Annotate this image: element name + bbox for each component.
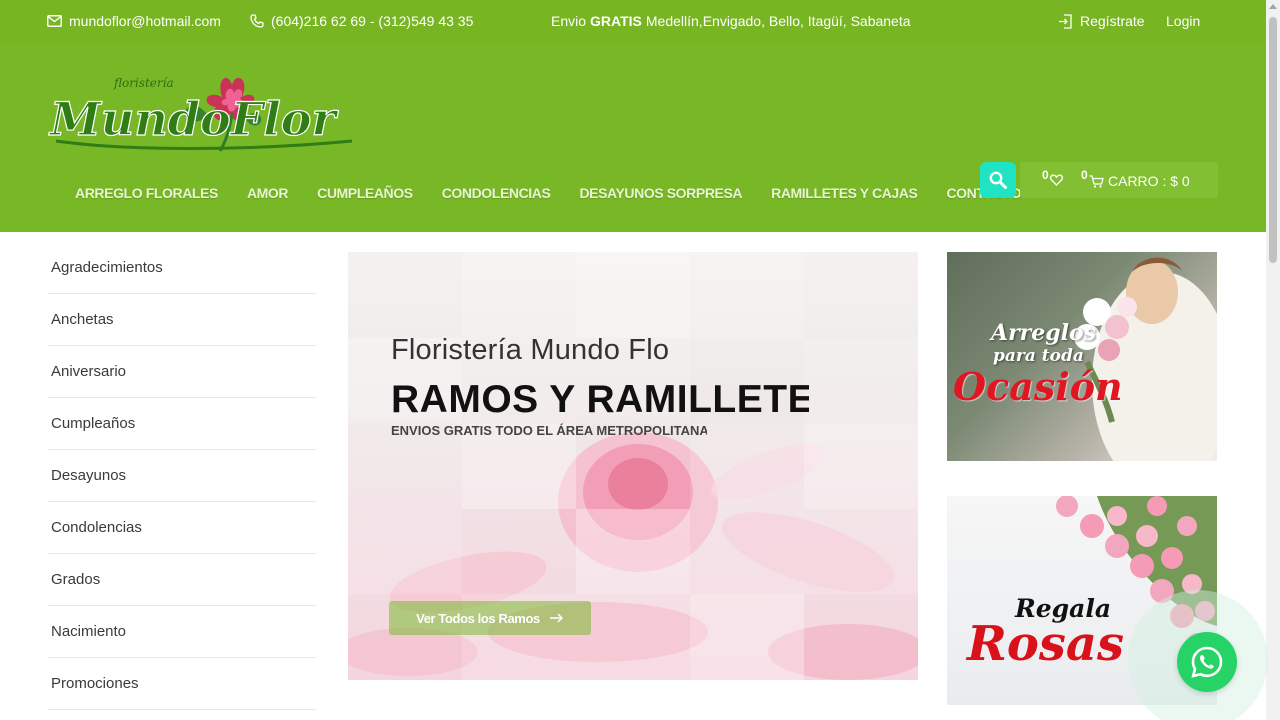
nav-item-arreglo-florales[interactable]: ARREGLO FLORALES [75, 185, 218, 201]
phone-icon [250, 14, 264, 28]
scrollbar-thumb[interactable] [1269, 17, 1277, 263]
login-arrow-icon [1059, 13, 1072, 29]
occasion-arrangements-banner[interactable]: Arreglos para toda Ocasión [947, 252, 1217, 461]
banner1-line2: para toda [993, 346, 1084, 366]
nav-item-amor[interactable]: AMOR [247, 185, 289, 201]
cart-area: 0 0 CARRO : $ 0 [1020, 162, 1218, 198]
site-logo[interactable]: floristería MundoFlor [46, 67, 358, 157]
banner2-line2: Rosas [967, 616, 1125, 672]
email-text: mundoflor@hotmail.com [69, 13, 221, 29]
category-item-agradecimientos[interactable]: Agradecimientos [48, 242, 316, 294]
nav-item-cumpleanos[interactable]: CUMPLEAÑOS [317, 185, 413, 201]
shipping-bold: GRATIS [590, 13, 642, 29]
wishlist-count: 0 [1042, 168, 1049, 182]
wishlist-button[interactable]: 0 [1042, 168, 1063, 186]
register-label: Regístrate [1080, 13, 1145, 29]
view-all-bouquets-button[interactable]: Ver Todos los Ramos [389, 601, 591, 635]
main-nav: ARREGLO FLORALES AMOR CUMPLEAÑOS CONDOLE… [75, 185, 1050, 201]
category-item-promociones[interactable]: Promociones [48, 658, 316, 710]
slide-subtitle: Floristería Mundo Flo [391, 334, 670, 366]
email-contact[interactable]: mundoflor@hotmail.com [47, 13, 221, 29]
category-item-anchetas[interactable]: Anchetas [48, 294, 316, 346]
shipping-prefix: Envio [551, 13, 587, 29]
banner1-line1: Arreglos [991, 320, 1097, 346]
phone-text: (604)216 62 69 - (312)549 43 35 [271, 13, 474, 29]
whatsapp-icon [1191, 646, 1223, 678]
register-link[interactable]: Regístrate [1058, 13, 1145, 29]
phone-contact[interactable]: (604)216 62 69 - (312)549 43 35 [250, 13, 473, 29]
whatsapp-button[interactable] [1177, 632, 1237, 692]
cart-total-label[interactable]: CARRO : $ 0 [1108, 173, 1190, 189]
category-item-condolencias[interactable]: Condolencias [48, 502, 316, 554]
free-shipping-notice: Envio GRATIS Medellín,Envigado, Bello, I… [551, 13, 911, 29]
banner1-line3: Ocasión [953, 364, 1123, 409]
view-all-bouquets-label: Ver Todos los Ramos [416, 610, 540, 626]
cart-button[interactable]: 0 [1081, 168, 1104, 188]
search-icon [989, 171, 1007, 189]
logo-graphic: floristería MundoFlor [47, 76, 353, 152]
logo-main-text: MundoFlor [48, 92, 339, 146]
cart-count: 0 [1081, 168, 1088, 182]
slide-caption: ENVIOS GRATIS TODO EL ÁREA METROPOLITANA [391, 423, 707, 438]
category-sidebar: Agradecimientos Anchetas Aniversario Cum… [48, 242, 316, 710]
category-item-grados[interactable]: Grados [48, 554, 316, 606]
nav-item-ramilletes-y-cajas[interactable]: RAMILLETES Y CAJAS [771, 185, 918, 201]
mail-icon [47, 15, 62, 27]
category-item-desayunos[interactable]: Desayunos [48, 450, 316, 502]
top-bar: mundoflor@hotmail.com (604)216 62 69 - (… [0, 0, 1266, 43]
arrow-right-icon [549, 613, 563, 623]
category-item-nacimiento[interactable]: Nacimiento [48, 606, 316, 658]
page-scrollbar[interactable] [1266, 0, 1280, 720]
main-header: floristería MundoFlor ARREGLO FLORALES A… [0, 43, 1266, 232]
login-label: Login [1166, 13, 1201, 29]
nav-item-desayunos-sorpresa[interactable]: DESAYUNOS SORPRESA [579, 185, 742, 201]
nav-item-condolencias[interactable]: CONDOLENCIAS [442, 185, 551, 201]
search-button[interactable] [980, 162, 1016, 198]
shipping-cities: Medellín,Envigado, Bello, Itagüí, Sabane… [645, 13, 911, 29]
cart-icon [1089, 175, 1104, 188]
category-item-cumpleanos[interactable]: Cumpleaños [48, 398, 316, 450]
login-link[interactable]: Login [1166, 13, 1200, 29]
hero-slider[interactable]: Floristería Mundo Flo RAMOS Y RAMILLETES… [348, 252, 918, 680]
slide-title: RAMOS Y RAMILLETES [391, 378, 809, 421]
scroll-up-arrow-icon[interactable] [1269, 4, 1277, 9]
logo-small-text: floristería [113, 76, 174, 90]
heart-icon [1050, 174, 1063, 186]
category-item-aniversario[interactable]: Aniversario [48, 346, 316, 398]
